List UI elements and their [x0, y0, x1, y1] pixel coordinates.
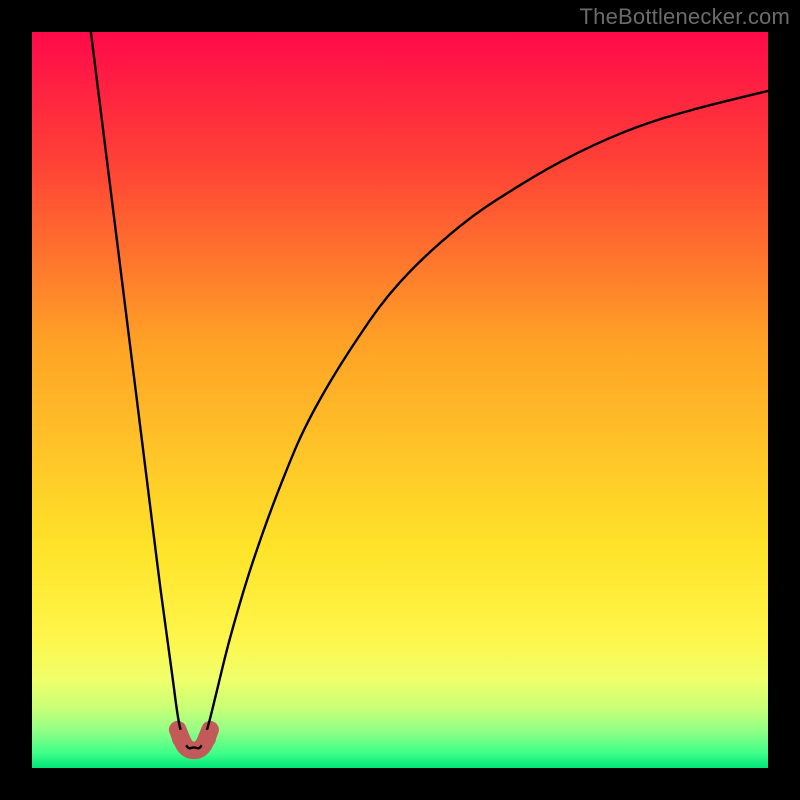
chart-frame: TheBottlenecker.com	[0, 0, 800, 800]
plot-area	[32, 32, 768, 768]
right-dot	[198, 730, 216, 748]
bottleneck-chart	[32, 32, 768, 768]
left-dot	[172, 730, 190, 748]
watermark-text: TheBottlenecker.com	[580, 4, 790, 30]
gradient-background	[32, 32, 768, 768]
